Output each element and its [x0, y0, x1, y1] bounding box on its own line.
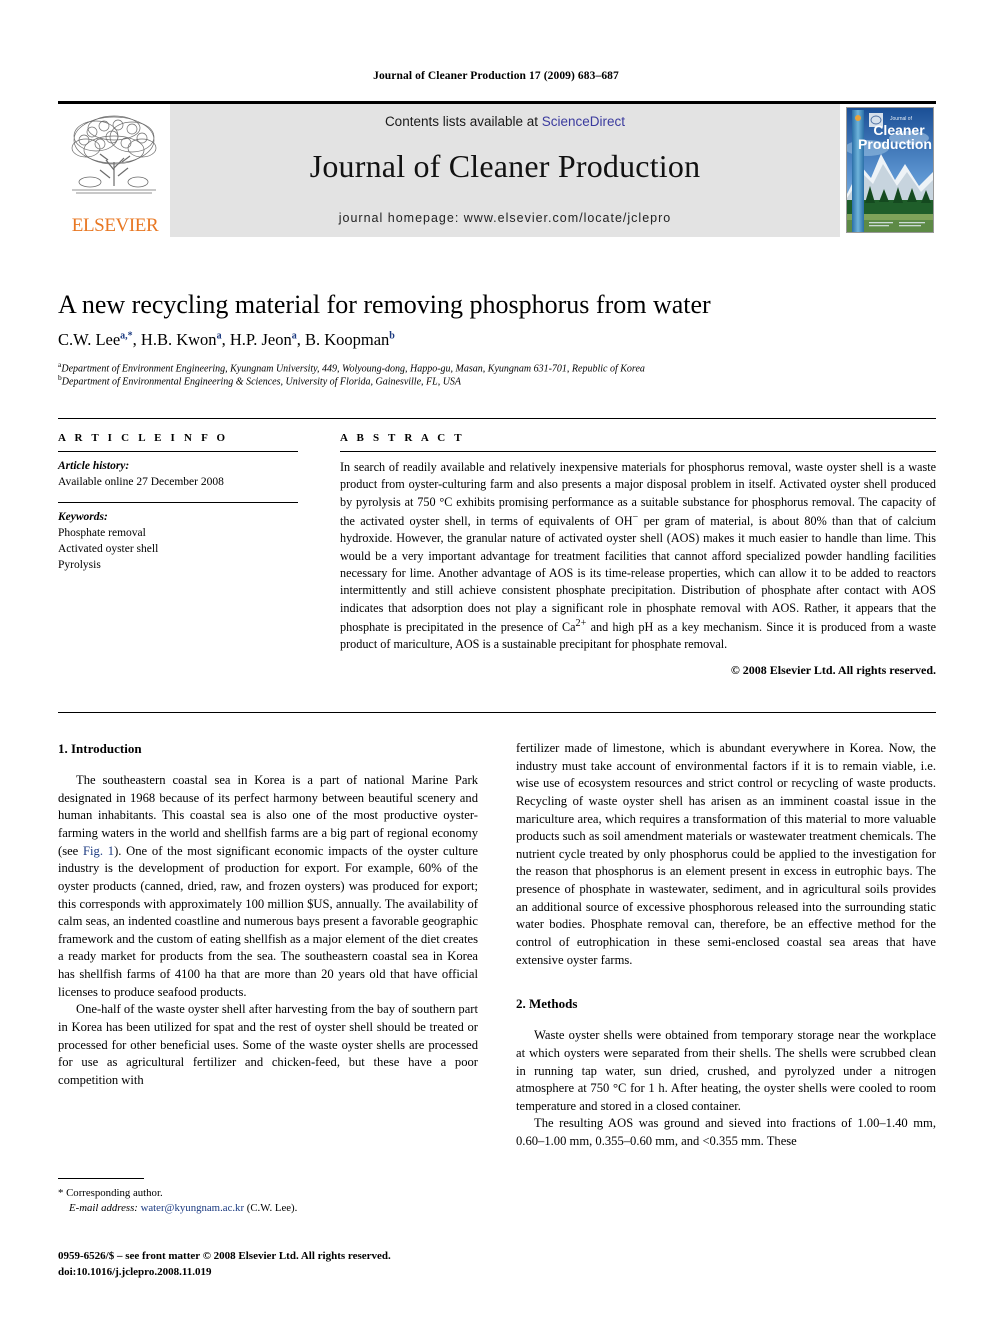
elsevier-logo: ELSEVIER: [58, 104, 170, 237]
contents-prefix: Contents lists available at: [384, 114, 542, 129]
divider: [58, 502, 298, 504]
author-name: H.P. Jeon: [229, 330, 292, 349]
journal-cover-thumbnail: Journal of Cleaner Production: [840, 104, 936, 237]
abstract-copyright: © 2008 Elsevier Ltd. All rights reserved…: [730, 662, 936, 677]
keywords-label: Keywords:: [58, 511, 108, 524]
author-list: C.W. Leea,*, H.B. Kwona, H.P. Jeona, B. …: [58, 330, 395, 349]
affiliation-text: Department of Environmental Engineering …: [61, 376, 462, 388]
contents-line: Contents lists available at ScienceDirec…: [170, 114, 840, 129]
elsevier-wordmark: ELSEVIER: [71, 215, 159, 236]
page-title: A new recycling material for removing ph…: [58, 290, 711, 319]
cover-artwork-icon: Journal of Cleaner Production: [847, 108, 933, 232]
body-column-right: fertilizer made of limestone, which is a…: [516, 740, 936, 1151]
divider: [340, 451, 936, 452]
author-mark: a,*: [120, 330, 133, 342]
paragraph: Waste oyster shells were obtained from t…: [516, 1028, 936, 1113]
author-mark: a: [216, 330, 222, 342]
section-heading-introduction: 1. Introduction: [58, 741, 142, 756]
abstract-heading: A B S T R A C T: [340, 432, 465, 444]
intro-text-b: ). One of the most significant economic …: [58, 843, 478, 999]
journal-title: Journal of Cleaner Production: [309, 148, 701, 184]
email-note: E-mail address: water@kyungnam.ac.kr (C.…: [58, 1201, 478, 1216]
info-band-top-rule: [58, 418, 936, 419]
corresponding-author-note: * Corresponding author.: [58, 1187, 163, 1199]
article-info-column: A R T I C L E I N F O Article history: A…: [58, 432, 298, 573]
paragraph: fertilizer made of limestone, which is a…: [516, 741, 936, 967]
journal-homepage-line[interactable]: journal homepage: www.elsevier.com/locat…: [170, 211, 840, 225]
article-info-heading: A R T I C L E I N F O: [58, 432, 229, 444]
author-name: H.B. Kwon: [140, 330, 217, 349]
imprint-line-2: doi:10.1016/j.jclepro.2008.11.019: [58, 1265, 212, 1278]
running-head: Journal of Cleaner Production 17 (2009) …: [373, 70, 619, 82]
sciencedirect-link[interactable]: ScienceDirect: [542, 114, 625, 129]
abstract-part-2: per gram of material, is about 80% than …: [340, 514, 936, 635]
article-page: Journal of Cleaner Production 17 (2009) …: [0, 0, 992, 1323]
sciencedirect-banner: Contents lists available at ScienceDirec…: [170, 104, 840, 237]
cover-image: Journal of Cleaner Production: [846, 107, 934, 233]
paragraph: One-half of the waste oyster shell after…: [58, 1002, 478, 1087]
keywords-block: Keywords: Phosphate removal Activated oy…: [58, 510, 298, 573]
footnote-block: * Corresponding author. E-mail address: …: [58, 1186, 478, 1216]
svg-text:Production: Production: [858, 136, 932, 152]
abstract-superscript-charge: 2+: [575, 618, 587, 630]
section-heading-methods: 2. Methods: [516, 996, 578, 1012]
email-link[interactable]: water@kyungnam.ac.kr: [141, 1202, 244, 1214]
imprint-block: 0959-6526/$ – see front matter © 2008 El…: [58, 1249, 558, 1280]
abstract-text: In search of readily available and relat…: [340, 459, 936, 654]
body-column-left: 1. Introduction The southeastern coastal…: [58, 740, 478, 1089]
article-history-label: Article history:: [58, 460, 130, 472]
journal-masthead: ELSEVIER Contents lists available at Sci…: [58, 101, 936, 237]
footnote-divider: [58, 1178, 144, 1179]
email-suffix: (C.W. Lee).: [244, 1201, 298, 1214]
abstract-column: A B S T R A C T In search of readily ava…: [340, 432, 936, 678]
keyword-item: Phosphate removal: [58, 526, 146, 539]
article-history-value: Available online 27 December 2008: [58, 475, 224, 488]
paragraph: The southeastern coastal sea in Korea is…: [58, 772, 478, 1001]
affiliation: bDepartment of Environmental Engineering…: [58, 373, 936, 389]
figure-crossref-link[interactable]: Fig. 1: [83, 844, 114, 858]
author-name: B. Koopman: [304, 330, 390, 349]
imprint-line-1: 0959-6526/$ – see front matter © 2008 El…: [58, 1250, 391, 1262]
divider: [58, 451, 298, 452]
keyword-item: Activated oyster shell: [58, 542, 159, 555]
paragraph: The resulting AOS was ground and sieved …: [516, 1116, 936, 1149]
author-mark: b: [389, 330, 395, 342]
keyword-item: Pyrolysis: [58, 558, 101, 571]
email-label: E-mail address:: [69, 1201, 138, 1214]
info-band-bottom-rule: [58, 712, 936, 713]
author-name: C.W. Lee: [58, 330, 121, 349]
elsevier-tree-icon: [71, 115, 157, 194]
author-mark: a: [291, 330, 297, 342]
